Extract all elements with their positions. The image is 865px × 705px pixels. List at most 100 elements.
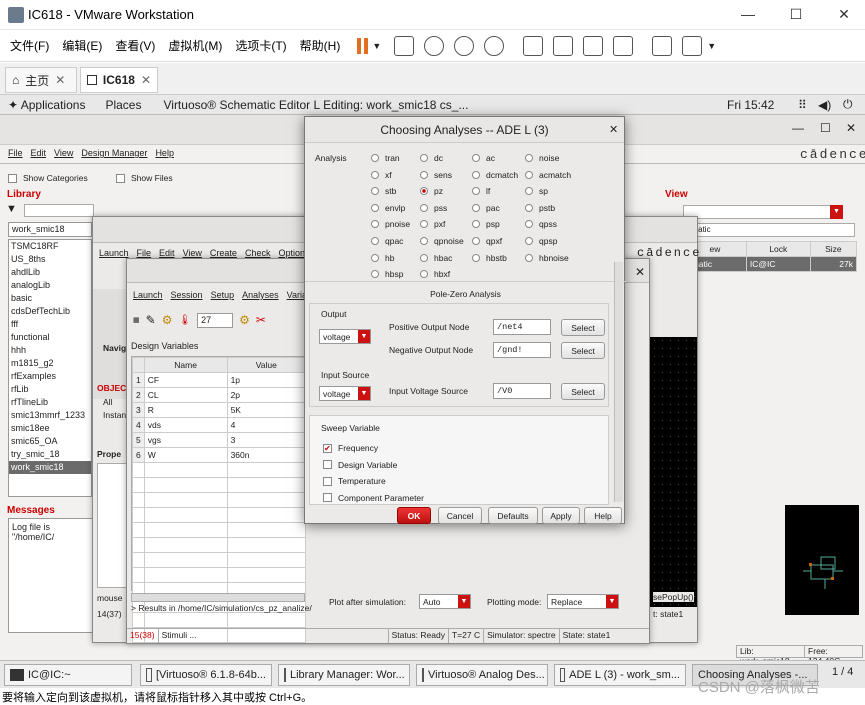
power-icon[interactable]: ⏻ xyxy=(843,97,853,112)
menu-setup[interactable]: Setup xyxy=(211,290,235,300)
menu-analyses[interactable]: Analyses xyxy=(242,290,279,300)
setup-icon[interactable]: ⚙ xyxy=(162,313,173,327)
ok-button[interactable]: OK xyxy=(397,507,431,524)
all-label[interactable]: All xyxy=(103,397,112,407)
menu-check[interactable]: Check xyxy=(245,248,271,258)
analysis-radio-hbxf[interactable]: hbxf xyxy=(420,269,450,279)
analysis-radio-pss[interactable]: pss xyxy=(420,203,447,213)
unity-icon[interactable] xyxy=(613,35,634,56)
view-col-size[interactable]: Size xyxy=(809,241,858,257)
table-row[interactable]: 3 R 5K xyxy=(132,402,307,418)
defaults-button[interactable]: Defaults xyxy=(488,507,538,524)
table-row[interactable]: 4 vds 4 xyxy=(132,417,307,433)
volume-icon[interactable]: ◀) xyxy=(818,98,831,112)
close-icon[interactable]: ✕ xyxy=(141,73,151,87)
view-col-lock[interactable]: Lock xyxy=(745,241,811,257)
help-button[interactable]: Help xyxy=(584,507,622,524)
table-row[interactable]: ematic IC@IC 27k xyxy=(683,256,858,272)
analysis-radio-dcmatch[interactable]: dcmatch xyxy=(472,170,518,180)
minimize-icon[interactable]: — xyxy=(792,121,804,135)
chevron-down-icon[interactable]: ▼ xyxy=(372,41,381,51)
view-filter-input[interactable] xyxy=(683,205,843,219)
list-item[interactable]: rfExamples xyxy=(9,370,91,383)
input-vs-input[interactable]: /V0 xyxy=(493,383,551,399)
table-row[interactable]: 6 W 360n xyxy=(132,447,307,463)
table-row[interactable]: 5 vgs 3 xyxy=(132,432,307,448)
table-row[interactable]: 1 CF 1p xyxy=(132,372,307,388)
list-item[interactable]: fff xyxy=(9,318,91,331)
analysis-radio-hb[interactable]: hb xyxy=(371,253,394,263)
analysis-radio-hbnoise[interactable]: hbnoise xyxy=(525,253,569,263)
analysis-radio-pac[interactable]: pac xyxy=(472,203,500,213)
analysis-radio-qpac[interactable]: qpac xyxy=(371,236,403,246)
col-name[interactable]: Name xyxy=(143,357,228,373)
analysis-radio-stb[interactable]: stb xyxy=(371,186,396,196)
list-item[interactable]: US_8ths xyxy=(9,253,91,266)
view-name-field[interactable]: ematic xyxy=(683,223,855,237)
maximize-icon[interactable]: ☐ xyxy=(820,121,831,135)
plot-after-select[interactable]: Auto ▼ xyxy=(419,594,471,609)
menu-session[interactable]: Session xyxy=(171,290,203,300)
tab-home[interactable]: ⌂ 主页 ✕ xyxy=(5,67,77,93)
list-item[interactable]: smic13mmrf_1233 xyxy=(9,409,91,422)
menu-options[interactable]: Option xyxy=(278,248,305,258)
close-icon[interactable]: ✕ xyxy=(846,121,856,135)
plotting-mode-select[interactable]: Replace ▼ xyxy=(547,594,619,609)
menu-edit[interactable]: Edit xyxy=(31,148,47,158)
task-virtuoso-ciw[interactable]: [Virtuoso® 6.1.8-64b... xyxy=(140,664,272,686)
analysis-radio-noise[interactable]: noise xyxy=(525,153,559,163)
thumbnail-icon[interactable] xyxy=(553,35,574,56)
task-ade-l[interactable]: ADE L (3) - work_sm... xyxy=(554,664,686,686)
menu-edit[interactable]: 编辑(E) xyxy=(62,37,102,54)
workspace-indicator[interactable]: 1 / 4 xyxy=(832,666,853,678)
analysis-radio-acmatch[interactable]: acmatch xyxy=(525,170,571,180)
library-name-field[interactable]: work_smic18 xyxy=(8,222,92,237)
revert-snapshot-icon[interactable] xyxy=(454,35,475,56)
analysis-radio-qpss[interactable]: qpss xyxy=(525,219,557,229)
close-icon[interactable]: ✕ xyxy=(635,265,645,279)
list-item[interactable]: rfLib xyxy=(9,383,91,396)
filter-icon[interactable]: ▼ xyxy=(6,203,17,215)
menu-edit[interactable]: Edit xyxy=(159,248,175,258)
analysis-radio-tran[interactable]: tran xyxy=(371,153,400,163)
analysis-radio-ac[interactable]: ac xyxy=(472,153,495,163)
chevron-down-icon[interactable]: ▼ xyxy=(707,41,716,51)
analysis-radio-pxf[interactable]: pxf xyxy=(420,219,445,229)
close-icon[interactable]: ✕ xyxy=(832,6,856,23)
menu-file[interactable]: File xyxy=(8,148,23,158)
cut-icon[interactable]: ✂ xyxy=(256,313,266,327)
analysis-radio-pstb[interactable]: pstb xyxy=(525,203,555,213)
network-icon[interactable]: ⠿ xyxy=(798,98,807,112)
places-menu[interactable]: Places xyxy=(105,98,141,112)
col-value[interactable]: Value xyxy=(226,357,307,373)
analysis-radio-hbstb[interactable]: hbstb xyxy=(472,253,507,263)
list-item[interactable]: analogLib xyxy=(9,279,91,292)
analysis-radio-dc[interactable]: dc xyxy=(420,153,443,163)
chevron-down-icon[interactable]: ▼ xyxy=(830,205,843,219)
analysis-radio-sens[interactable]: sens xyxy=(420,170,452,180)
sweep-checkbox-design-variable[interactable]: Design Variable xyxy=(323,460,397,470)
analysis-radio-hbsp[interactable]: hbsp xyxy=(371,269,403,279)
list-item[interactable]: TSMC18RF xyxy=(9,240,91,253)
list-item[interactable]: basic xyxy=(9,292,91,305)
fullscreen-icon[interactable] xyxy=(583,35,604,56)
snapshot-icon[interactable] xyxy=(424,35,445,56)
analysis-radio-qpnoise[interactable]: qpnoise xyxy=(420,236,464,246)
menu-file[interactable]: 文件(F) xyxy=(10,37,49,54)
select-neg-button[interactable]: Select xyxy=(561,342,605,359)
show-files-checkbox[interactable]: Show Files xyxy=(116,173,173,183)
menu-file[interactable]: File xyxy=(137,248,152,258)
task-library-manager[interactable]: Library Manager: Wor... xyxy=(278,664,410,686)
library-filter-input[interactable] xyxy=(24,204,94,217)
list-item[interactable]: smic18ee xyxy=(9,422,91,435)
menu-vm[interactable]: 虚拟机(M) xyxy=(168,37,222,54)
select-input-button[interactable]: Select xyxy=(561,383,605,400)
menu-launch[interactable]: Launch xyxy=(99,248,129,258)
maximize-icon[interactable]: ☐ xyxy=(784,6,808,23)
pos-node-input[interactable]: /net4 xyxy=(493,319,551,335)
list-item[interactable]: work_smic18 xyxy=(9,461,91,474)
tab-ic618[interactable]: IC618 ✕ xyxy=(80,67,158,93)
stretch-icon[interactable] xyxy=(682,35,703,56)
close-icon[interactable]: ✕ xyxy=(609,123,618,136)
analysis-radio-psp[interactable]: psp xyxy=(472,219,500,229)
